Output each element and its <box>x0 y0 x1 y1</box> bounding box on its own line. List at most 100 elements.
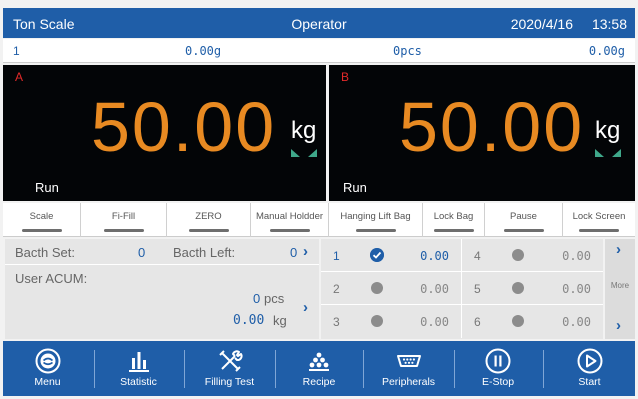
title-bar: Ton Scale Operator 2020/4/16 13:58 <box>3 8 635 38</box>
lock-screen-button[interactable]: Lock Screen <box>563 203 635 237</box>
nav-label: Peripherals <box>381 376 436 388</box>
nav-menu[interactable]: Menu <box>3 341 92 396</box>
manual-holder-button[interactable]: Manual Holdder <box>251 203 329 237</box>
channel-value: 0.00 <box>562 315 591 329</box>
stable-indicator-icon <box>595 149 621 157</box>
button-indicator <box>21 229 62 232</box>
time-display: 13:58 <box>591 16 627 32</box>
hanging-lift-bag-button[interactable]: Hanging Lift Bag <box>329 203 423 237</box>
weight-display: 50.00 <box>399 88 585 166</box>
play-circle-icon <box>577 348 602 374</box>
recipe-icon <box>309 352 329 371</box>
nav-start[interactable]: Start <box>544 341 635 396</box>
channel-number: 6 <box>474 315 481 329</box>
bottom-nav: Menu Statistic Filling Test Recipe Perip… <box>3 341 635 396</box>
scale-panel-a[interactable]: A 50.00 kg Run <box>3 65 326 201</box>
acum-pcs-unit: pcs <box>264 291 285 306</box>
function-bar: Scale Fi-Fill ZERO Manual Holdder Hangin… <box>3 203 635 237</box>
channel-value: 0.00 <box>420 249 449 263</box>
batch-row: Bacth Set: 0 Bacth Left: 0 › <box>5 239 319 265</box>
pause-circle-icon <box>485 348 511 374</box>
menu-icon <box>35 348 60 374</box>
status-dot-icon <box>512 315 524 327</box>
more-panel[interactable]: › More › <box>605 239 635 339</box>
stable-indicator-icon <box>291 149 317 157</box>
button-indicator <box>269 229 310 232</box>
button-label: Scale <box>29 211 54 222</box>
channel-number: 5 <box>474 282 481 296</box>
batch-left-value: 0 <box>290 245 298 260</box>
button-indicator <box>433 229 474 232</box>
nav-label: Menu <box>34 376 61 388</box>
tools-icon <box>218 350 243 372</box>
info-value-1: 0.00g <box>185 44 222 58</box>
channel-label: B <box>341 70 350 84</box>
lock-bag-button[interactable]: Lock Bag <box>423 203 485 237</box>
status-dot-icon <box>512 249 524 261</box>
nav-label: Statistic <box>120 376 157 388</box>
date-display: 2020/4/16 <box>510 16 573 32</box>
nav-label: E-Stop <box>481 376 515 388</box>
button-indicator <box>188 229 229 232</box>
nav-label: Filling Test <box>204 376 255 388</box>
channel-cell[interactable]: 1 0.00 <box>321 239 462 272</box>
user-acum-label: User ACUM: <box>15 271 88 286</box>
channel-number: 3 <box>333 315 340 329</box>
acum-pcs-value: 0 <box>253 291 261 306</box>
bar-chart-icon <box>128 352 149 372</box>
chevron-right-icon[interactable]: › <box>303 299 308 316</box>
weight-unit: kg <box>595 117 621 144</box>
check-circle-icon <box>370 248 384 262</box>
batch-panel: Bacth Set: 0 Bacth Left: 0 › User ACUM: … <box>5 239 319 339</box>
status-dot-icon <box>371 282 383 294</box>
button-indicator <box>103 229 144 232</box>
chevron-right-icon[interactable]: › <box>616 317 621 334</box>
channel-value: 0.00 <box>420 282 449 296</box>
scale-button[interactable]: Scale <box>3 203 81 237</box>
acum-kg-unit: kg <box>273 313 287 328</box>
serial-port-icon <box>396 355 421 367</box>
nav-recipe[interactable]: Recipe <box>276 341 362 396</box>
button-label: Hanging Lift Bag <box>340 211 411 222</box>
nav-e-stop[interactable]: E-Stop <box>455 341 541 396</box>
zero-button[interactable]: ZERO <box>167 203 251 237</box>
scale-status: Run <box>343 180 367 195</box>
chevron-right-icon[interactable]: › <box>616 241 621 258</box>
channel-cell[interactable]: 6 0.00 <box>462 305 603 338</box>
nav-label: Start <box>578 376 601 388</box>
nav-filling-test[interactable]: Filling Test <box>185 341 274 396</box>
nav-label: Recipe <box>302 376 336 388</box>
channel-number: 4 <box>474 249 481 263</box>
batch-left-label: Bacth Left: <box>173 245 236 260</box>
pause-button[interactable]: Pause <box>485 203 563 237</box>
channel-cell[interactable]: 4 0.00 <box>462 239 603 272</box>
recipe-id: 1 <box>13 44 20 58</box>
channel-cell[interactable]: 5 0.00 <box>462 272 603 305</box>
scale-status: Run <box>35 180 59 195</box>
button-indicator <box>355 229 396 232</box>
channel-number: 1 <box>333 249 340 263</box>
status-dot-icon <box>512 282 524 294</box>
button-indicator <box>503 229 544 232</box>
channel-cell[interactable]: 3 0.00 <box>321 305 462 338</box>
status-dot-icon <box>371 315 383 327</box>
more-label: More <box>610 281 630 290</box>
fi-fill-button[interactable]: Fi-Fill <box>81 203 167 237</box>
batch-set-label: Bacth Set: <box>15 245 75 260</box>
chevron-right-icon[interactable]: › <box>303 243 308 260</box>
batch-set-value[interactable]: 0 <box>138 245 145 260</box>
nav-statistic[interactable]: Statistic <box>95 341 182 396</box>
button-indicator <box>579 229 619 232</box>
scale-panel-b[interactable]: B 50.00 kg Run <box>329 65 635 201</box>
button-label: Manual Holdder <box>255 211 324 222</box>
button-label: Pause <box>510 211 537 222</box>
button-label: Lock Screen <box>572 211 626 222</box>
channel-cell[interactable]: 2 0.00 <box>321 272 462 305</box>
nav-peripherals[interactable]: Peripherals <box>364 341 453 396</box>
weight-display: 50.00 <box>91 88 277 166</box>
button-label: ZERO <box>195 211 222 222</box>
info-value-2: 0pcs <box>393 44 422 58</box>
channel-number: 2 <box>333 282 340 296</box>
channel-value: 0.00 <box>420 315 449 329</box>
info-bar: 1 0.00g 0pcs 0.00g <box>3 39 635 63</box>
